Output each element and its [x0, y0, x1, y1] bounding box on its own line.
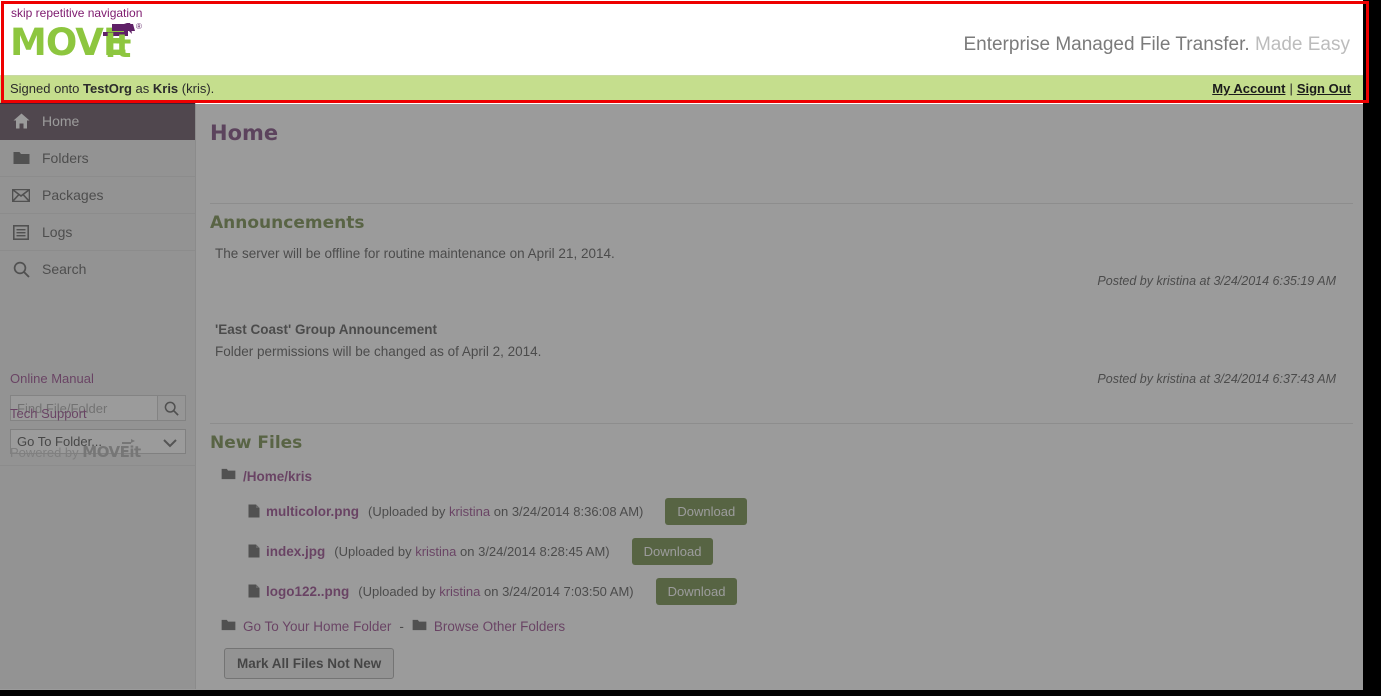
file-icon	[248, 584, 260, 598]
download-button[interactable]: Download	[665, 497, 748, 525]
folder-icon	[412, 619, 427, 634]
new-files-folder-row: /Home/kris	[221, 467, 1353, 485]
file-name-link[interactable]: multicolor.png	[266, 504, 359, 519]
download-button[interactable]: Download	[655, 577, 738, 605]
new-files-section-title: New Files	[210, 433, 303, 453]
links-separator: |	[1289, 81, 1293, 96]
announcement-item: The server will be offline for routine m…	[210, 246, 1353, 288]
signed-suffix: (kris).	[178, 81, 215, 96]
new-file-row: multicolor.png (Uploaded by kristina on …	[248, 497, 1353, 525]
sidebar-item-home[interactable]: Home	[0, 103, 195, 140]
signed-org: TestOrg	[83, 81, 132, 96]
application-page: skip repetitive navigation MOVE it ® Ent…	[0, 0, 1363, 690]
file-name-link[interactable]: logo122..png	[266, 584, 349, 599]
tagline: Enterprise Managed File Transfer. Made E…	[963, 34, 1350, 56]
file-icon	[248, 544, 260, 558]
download-button[interactable]: Download	[631, 537, 714, 565]
announcement-text: Folder permissions will be changed as of…	[215, 344, 542, 359]
go-to-home-folder-link[interactable]: Go To Your Home Folder	[243, 619, 391, 634]
envelope-icon	[12, 186, 30, 204]
file-meta-prefix: (Uploaded by	[358, 583, 440, 599]
search-submit-button[interactable]	[158, 395, 186, 421]
divider-above-new-files	[210, 423, 1353, 424]
online-manual-link[interactable]: Online Manual	[10, 371, 94, 386]
file-meta-suffix: on 3/24/2014 8:28:45 AM)	[456, 543, 610, 559]
new-files-folder-path[interactable]: /Home/kris	[243, 469, 312, 484]
signed-on-bar: Signed onto TestOrg as Kris (kris). My A…	[0, 76, 1363, 103]
logs-icon	[12, 223, 30, 241]
announcements-section-title: Announcements	[210, 213, 365, 233]
file-meta-prefix: (Uploaded by	[334, 543, 416, 559]
sidebar: Home Folders Packages Logs Search Find F…	[0, 103, 196, 689]
divider-above-announcements	[210, 203, 1353, 204]
logo-it-text: it	[105, 27, 132, 65]
folder-icon	[221, 619, 236, 634]
signed-on-text: Signed onto TestOrg as Kris (kris).	[10, 81, 214, 96]
chevron-down-icon	[163, 436, 177, 451]
tagline-secondary: Made Easy	[1254, 34, 1350, 55]
logo-registered-mark: ®	[136, 22, 142, 31]
folder-links-row: Go To Your Home Folder - Browse Other Fo…	[221, 619, 1353, 634]
file-icon	[248, 504, 260, 518]
file-meta: (Uploaded by kristina on 3/24/2014 7:03:…	[358, 584, 633, 599]
search-icon	[12, 260, 30, 278]
home-icon	[12, 112, 30, 130]
skip-navigation-link[interactable]: skip repetitive navigation	[11, 6, 142, 20]
my-account-link[interactable]: My Account	[1212, 81, 1285, 96]
moveit-logo[interactable]: MOVE it ®	[10, 22, 142, 65]
file-meta-prefix: (Uploaded by	[368, 503, 449, 519]
file-meta-suffix: on 3/24/2014 7:03:50 AM)	[480, 583, 634, 599]
sidebar-item-folders[interactable]: Folders	[0, 140, 195, 177]
sidebar-item-logs-label: Logs	[42, 224, 73, 240]
sidebar-search-label: Search	[42, 261, 87, 277]
announcement-title: 'East Coast' Group Announcement	[215, 322, 437, 337]
powered-by-logo: MOVEit	[82, 439, 141, 461]
file-name-link[interactable]: index.jpg	[266, 544, 325, 559]
announcement-item: 'East Coast' Group Announcement Folder p…	[210, 322, 1353, 386]
link-dash: -	[399, 619, 404, 634]
sidebar-item-packages[interactable]: Packages	[0, 177, 195, 214]
folder-icon	[12, 149, 30, 167]
powered-by: Powered by MOVEit	[10, 439, 141, 461]
file-uploader-link[interactable]: kristina	[439, 584, 480, 599]
sidebar-item-folders-label: Folders	[42, 150, 89, 166]
sidebar-item-home-label: Home	[42, 113, 80, 129]
announcement-text: The server will be offline for routine m…	[215, 246, 615, 261]
page-header: skip repetitive navigation MOVE it ® Ent…	[0, 0, 1363, 76]
signed-prefix: Signed onto	[10, 81, 84, 96]
mark-all-files-not-new-button[interactable]: Mark All Files Not New	[224, 648, 395, 679]
sidebar-divider	[0, 465, 196, 466]
file-meta: (Uploaded by kristina on 3/24/2014 8:36:…	[368, 504, 643, 519]
powered-by-arrow-icon	[121, 439, 135, 444]
account-links: My Account | Sign Out	[1212, 81, 1351, 96]
sign-out-link[interactable]: Sign Out	[1297, 81, 1351, 96]
page-title: Home	[210, 121, 279, 145]
browse-other-folders-link[interactable]: Browse Other Folders	[434, 619, 565, 634]
signed-username: Kris	[152, 81, 179, 96]
main-content: Home Announcements The server will be of…	[197, 103, 1363, 689]
file-uploader-link[interactable]: kristina	[449, 504, 490, 519]
new-file-row: logo122..png (Uploaded by kristina on 3/…	[248, 577, 1353, 605]
signed-middle: as	[131, 81, 153, 96]
powered-by-prefix: Powered by	[10, 445, 83, 460]
tagline-primary: Enterprise Managed File Transfer.	[963, 34, 1250, 55]
folder-icon	[221, 467, 236, 485]
sidebar-item-packages-label: Packages	[42, 187, 104, 203]
new-file-row: index.jpg (Uploaded by kristina on 3/24/…	[248, 537, 1353, 565]
announcement-posted: Posted by kristina at 3/24/2014 6:35:19 …	[1097, 274, 1336, 288]
powered-by-logo-text: MOVEit	[82, 443, 141, 461]
sidebar-item-logs[interactable]: Logs	[0, 214, 195, 251]
file-meta: (Uploaded by kristina on 3/24/2014 8:28:…	[334, 544, 609, 559]
tech-support-link[interactable]: Tech Support	[10, 406, 87, 421]
file-meta-suffix: on 3/24/2014 8:36:08 AM)	[490, 503, 644, 519]
announcement-posted: Posted by kristina at 3/24/2014 6:37:43 …	[1097, 372, 1336, 386]
file-uploader-link[interactable]: kristina	[415, 544, 456, 559]
body-wrapper: Home Folders Packages Logs Search Find F…	[0, 103, 1363, 689]
announcement-spacer	[210, 288, 1353, 322]
sidebar-section-search: Search	[0, 251, 196, 287]
